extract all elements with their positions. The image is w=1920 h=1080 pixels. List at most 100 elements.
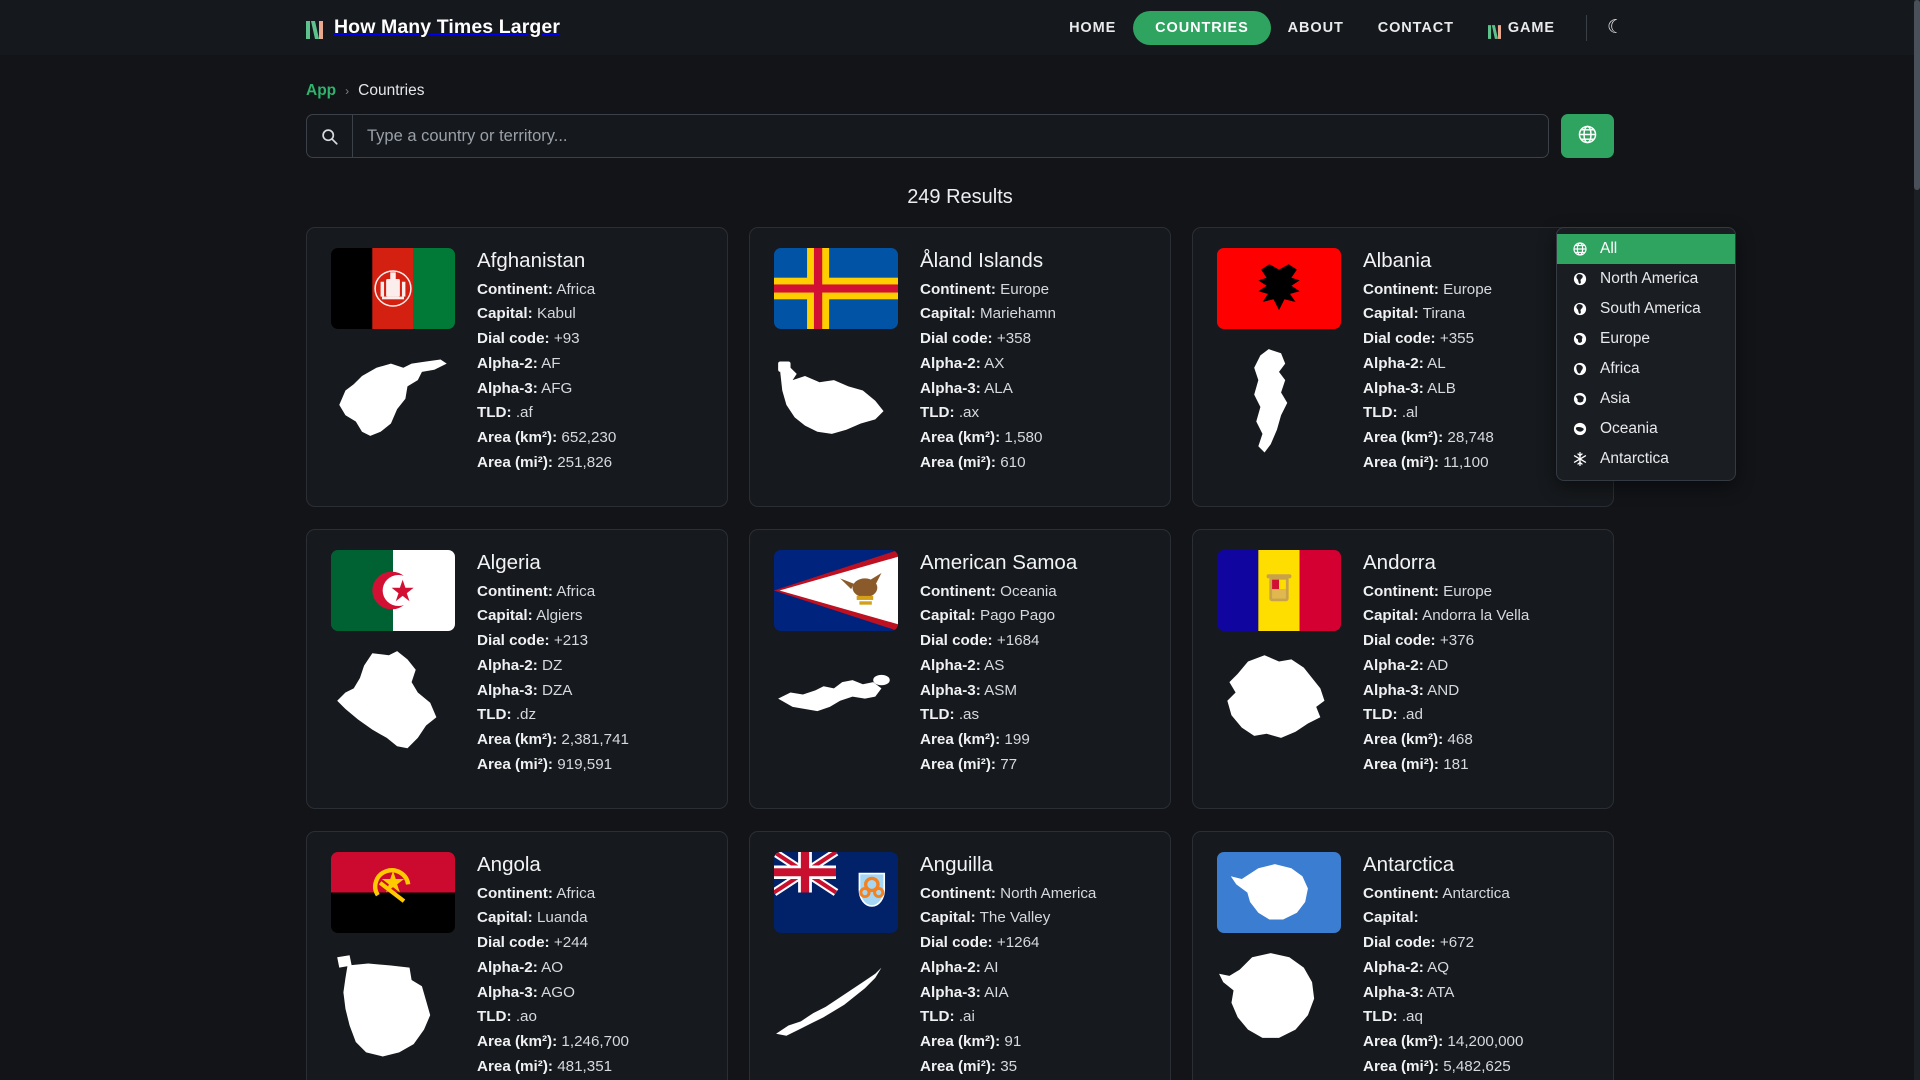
label-area-mi: Area (mi²): bbox=[477, 454, 553, 471]
dropdown-item-africa[interactable]: Africa bbox=[1557, 354, 1735, 384]
page-scrollbar[interactable] bbox=[1914, 0, 1920, 1080]
nav-link-countries[interactable]: COUNTRIES bbox=[1133, 10, 1271, 45]
country-card[interactable]: Albania Continent: Europe Capital: Tiran… bbox=[1192, 227, 1614, 507]
country-card[interactable]: Afghanistan Continent: Africa Capital: K… bbox=[306, 227, 728, 507]
country-card[interactable]: Antarctica Continent: Antarctica Capital… bbox=[1192, 831, 1614, 1080]
field-tld: TLD: .aq bbox=[1363, 1005, 1589, 1030]
label-alpha2: Alpha-2: bbox=[477, 958, 538, 976]
label-dial-code: Dial code: bbox=[1363, 632, 1436, 650]
field-alpha2: Alpha-2: AD bbox=[1363, 654, 1589, 679]
label-tld: TLD: bbox=[920, 706, 955, 724]
nav-link-game-label: GAME bbox=[1507, 19, 1555, 36]
field-alpha3: Alpha-3: AIA bbox=[920, 981, 1146, 1006]
nav-link-game[interactable]: GAME bbox=[1471, 8, 1572, 48]
label-continent: Continent: bbox=[1363, 582, 1439, 600]
map-shape-antarctica bbox=[1217, 949, 1341, 1067]
field-area-km: Area (km²): 468 bbox=[1363, 728, 1589, 753]
dropdown-item-europe[interactable]: Europe bbox=[1557, 324, 1735, 354]
field-alpha3: Alpha-3: AFG bbox=[477, 377, 703, 402]
continent-filter-button[interactable] bbox=[1561, 114, 1614, 158]
value-tld: .ai bbox=[958, 1008, 975, 1026]
globe-americas-icon bbox=[1571, 271, 1589, 287]
label-alpha3: Alpha-3: bbox=[920, 681, 981, 699]
theme-toggle-button[interactable]: ☾ bbox=[1601, 14, 1630, 41]
value-continent: Europe bbox=[1443, 582, 1493, 600]
dropdown-item-oceania[interactable]: Oceania bbox=[1557, 414, 1735, 444]
scrollbar-thumb[interactable] bbox=[1914, 0, 1920, 190]
card-media bbox=[774, 248, 902, 486]
value-dial-code: +1684 bbox=[996, 632, 1040, 650]
country-card[interactable]: Åland Islands Continent: Europe Capital:… bbox=[749, 227, 1171, 507]
page-content: App › Countries Type a country or territ… bbox=[0, 55, 1920, 1080]
country-card[interactable]: Anguilla Continent: North America Capita… bbox=[749, 831, 1171, 1080]
label-alpha3: Alpha-3: bbox=[1363, 681, 1424, 699]
label-alpha3: Alpha-3: bbox=[1363, 983, 1424, 1001]
field-continent: Continent: Europe bbox=[920, 278, 1146, 303]
value-area-km: 468 bbox=[1447, 731, 1473, 749]
card-info: Antarctica Continent: Antarctica Capital… bbox=[1363, 852, 1589, 1080]
country-name: Angola bbox=[477, 853, 541, 876]
value-tld: .ao bbox=[515, 1008, 537, 1026]
label-capital: Capital: bbox=[1363, 607, 1419, 625]
label-tld: TLD: bbox=[1363, 1008, 1398, 1026]
country-card[interactable]: Algeria Continent: Africa Capital: Algie… bbox=[306, 529, 728, 809]
label-alpha3: Alpha-3: bbox=[920, 379, 981, 397]
dropdown-item-all[interactable]: All bbox=[1557, 234, 1735, 264]
field-alpha2: Alpha-2: AO bbox=[477, 956, 703, 981]
brand-logo[interactable]: How Many Times Larger bbox=[306, 16, 560, 39]
country-card[interactable]: American Samoa Continent: Oceania Capita… bbox=[749, 529, 1171, 809]
label-area-km: Area (km²): bbox=[920, 429, 1001, 447]
globe-africa-icon bbox=[1571, 361, 1589, 377]
breadcrumb-app[interactable]: App bbox=[306, 82, 336, 100]
label-area-mi: Area (mi²): bbox=[477, 1058, 553, 1075]
label-alpha3: Alpha-3: bbox=[477, 983, 538, 1001]
map-shape-andorra bbox=[1217, 647, 1341, 765]
field-area-mi: Area (mi²): 5,482,625 bbox=[1363, 1055, 1589, 1080]
label-alpha2: Alpha-2: bbox=[1363, 354, 1424, 372]
value-alpha2: AL bbox=[1427, 354, 1446, 372]
dropdown-item-antarctica[interactable]: Antarctica bbox=[1557, 444, 1735, 474]
value-alpha3: AFG bbox=[541, 379, 573, 397]
value-tld: .aq bbox=[1401, 1008, 1423, 1026]
label-alpha2: Alpha-2: bbox=[477, 656, 538, 674]
nav-link-home[interactable]: HOME bbox=[1052, 11, 1133, 45]
dropdown-item-south-america[interactable]: South America bbox=[1557, 294, 1735, 324]
value-alpha2: AO bbox=[541, 958, 564, 976]
label-tld: TLD: bbox=[477, 404, 512, 422]
main-nav: HOME COUNTRIES ABOUT CONTACT GAME ☾ bbox=[1052, 8, 1630, 48]
field-capital: Capital: Luanda bbox=[477, 906, 703, 931]
nav-link-contact[interactable]: CONTACT bbox=[1361, 11, 1471, 45]
nav-link-about-label: ABOUT bbox=[1287, 19, 1344, 36]
label-alpha3: Alpha-3: bbox=[477, 681, 538, 699]
flag-anguilla bbox=[774, 852, 898, 933]
field-dial-code: Dial code: +1684 bbox=[920, 629, 1146, 654]
field-tld: TLD: .as bbox=[920, 703, 1146, 728]
dropdown-item-asia-label: Asia bbox=[1600, 390, 1631, 407]
card-media bbox=[1217, 852, 1345, 1080]
value-dial-code: +672 bbox=[1439, 934, 1475, 952]
nav-link-about[interactable]: ABOUT bbox=[1271, 11, 1361, 45]
value-alpha2: AS bbox=[984, 656, 1005, 674]
dropdown-item-asia[interactable]: Asia bbox=[1557, 384, 1735, 414]
country-card[interactable]: Andorra Continent: Europe Capital: Andor… bbox=[1192, 529, 1614, 809]
field-area-km: Area (km²): 199 bbox=[920, 728, 1146, 753]
label-area-km: Area (km²): bbox=[1363, 1033, 1444, 1051]
country-card[interactable]: Angola Continent: Africa Capital: Luanda… bbox=[306, 831, 728, 1080]
card-info: Algeria Continent: Africa Capital: Algie… bbox=[477, 550, 703, 788]
value-continent: Africa bbox=[556, 280, 596, 298]
flag-andorra bbox=[1217, 550, 1341, 631]
search-input[interactable] bbox=[353, 115, 1548, 157]
value-alpha2: AD bbox=[1427, 656, 1449, 674]
field-area-mi: Area (mi²): 181 bbox=[1363, 753, 1589, 778]
label-alpha2: Alpha-2: bbox=[1363, 656, 1424, 674]
dropdown-item-north-america-label: North America bbox=[1600, 270, 1699, 287]
breadcrumb: App › Countries bbox=[306, 55, 1614, 114]
field-dial-code: Dial code: +376 bbox=[1363, 629, 1589, 654]
field-capital: Capital: Kabul bbox=[477, 302, 703, 327]
value-area-mi: 11,100 bbox=[1443, 454, 1489, 471]
country-name: Algeria bbox=[477, 551, 541, 574]
nav-link-home-label: HOME bbox=[1069, 19, 1117, 36]
map-shape-aland-islands bbox=[774, 345, 898, 463]
label-continent: Continent: bbox=[1363, 884, 1439, 902]
dropdown-item-north-america[interactable]: North America bbox=[1557, 264, 1735, 294]
